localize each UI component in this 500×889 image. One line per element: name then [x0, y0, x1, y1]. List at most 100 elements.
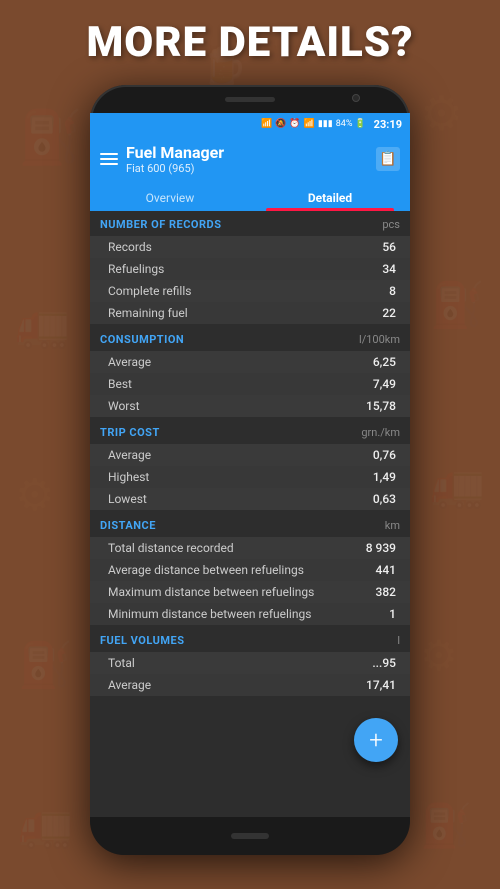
- svg-text:⛽: ⛽: [430, 280, 485, 330]
- tab-overview[interactable]: Overview: [90, 183, 250, 211]
- section-header-trip-cost: TRIP COST grn./km: [90, 419, 410, 444]
- row-label: Average: [108, 448, 151, 462]
- table-row: Average distance between refuelings 441: [90, 559, 410, 581]
- row-value: ...95: [372, 656, 396, 670]
- row-value: 56: [382, 240, 396, 254]
- table-row: Total ...95: [90, 652, 410, 674]
- section-title-fuel-volumes: FUEL VOLUMES: [100, 634, 184, 647]
- row-label: Best: [108, 377, 132, 391]
- svg-text:⛽: ⛽: [18, 107, 83, 167]
- table-row: Average 17,41: [90, 674, 410, 696]
- table-row: Maximum distance between refuelings 382: [90, 581, 410, 603]
- section-unit-distance: km: [385, 519, 400, 532]
- alarm-icon: ⏰: [289, 119, 300, 129]
- row-label: Average: [108, 355, 151, 369]
- row-label: Lowest: [108, 492, 147, 506]
- home-button[interactable]: [231, 833, 269, 839]
- section-consumption: CONSUMPTION l/100km Average 6,25 Best 7,…: [90, 326, 410, 417]
- row-label: Average: [108, 678, 151, 692]
- row-label: Refuelings: [108, 262, 164, 276]
- table-row: Worst 15,78: [90, 395, 410, 417]
- svg-text:🚛: 🚛: [430, 461, 485, 510]
- svg-text:⚙: ⚙: [420, 88, 463, 141]
- row-label: Complete refills: [108, 284, 191, 298]
- table-row: Remaining fuel 22: [90, 302, 410, 324]
- table-row: Minimum distance between refuelings 1: [90, 603, 410, 625]
- content-area[interactable]: NUMBER OF RECORDS pcs Records 56 Refueli…: [90, 211, 410, 817]
- phone-bottom: [90, 817, 410, 855]
- row-value: 6,25: [373, 355, 396, 369]
- bluetooth-icon: 📶: [261, 119, 272, 129]
- svg-text:🚛: 🚛: [18, 801, 73, 850]
- row-value: 8 939: [366, 541, 396, 555]
- section-title-records: NUMBER OF RECORDS: [100, 218, 221, 231]
- row-label: Worst: [108, 399, 140, 413]
- row-label: Total: [108, 656, 135, 670]
- section-header-fuel-volumes: FUEL VOLUMES l: [90, 627, 410, 652]
- section-header-consumption: CONSUMPTION l/100km: [90, 326, 410, 351]
- svg-text:⛽: ⛽: [420, 801, 472, 850]
- app-title: Fuel Manager: [126, 143, 224, 162]
- phone-camera: [352, 94, 360, 102]
- app-subtitle: Fiat 600 (965): [126, 162, 224, 175]
- section-title-trip-cost: TRIP COST: [100, 426, 160, 439]
- status-bar: 📶 🔕 ⏰ 📶 ▮▮▮ 84% 🔋 23:19: [90, 113, 410, 135]
- phone-frame: 📶 🔕 ⏰ 📶 ▮▮▮ 84% 🔋 23:19: [90, 85, 410, 855]
- row-value: 1,49: [373, 470, 396, 484]
- row-value: 15,78: [366, 399, 396, 413]
- phone-top: [90, 85, 410, 113]
- section-fuel-volumes: FUEL VOLUMES l Total ...95 Average 17,41: [90, 627, 410, 696]
- tab-detailed[interactable]: Detailed: [250, 183, 410, 211]
- section-unit-records: pcs: [382, 218, 400, 231]
- section-title-consumption: CONSUMPTION: [100, 333, 184, 346]
- table-row: Highest 1,49: [90, 466, 410, 488]
- phone-speaker: [225, 97, 275, 102]
- app-bar-left: Fuel Manager Fiat 600 (965): [100, 143, 224, 175]
- row-value: 7,49: [373, 377, 396, 391]
- row-label: Average distance between refuelings: [108, 563, 304, 577]
- row-label: Maximum distance between refuelings: [108, 585, 314, 599]
- row-value: 441: [376, 563, 396, 577]
- row-value: 0,76: [373, 448, 396, 462]
- section-header-records: NUMBER OF RECORDS pcs: [90, 211, 410, 236]
- svg-text:⚙: ⚙: [420, 632, 458, 679]
- table-row: Average 6,25: [90, 351, 410, 373]
- section-trip-cost: TRIP COST grn./km Average 0,76 Highest 1…: [90, 419, 410, 510]
- hamburger-icon[interactable]: [100, 153, 118, 165]
- row-value: 1: [389, 607, 396, 621]
- section-records: NUMBER OF RECORDS pcs Records 56 Refueli…: [90, 211, 410, 324]
- section-distance: DISTANCE km Total distance recorded 8 93…: [90, 512, 410, 625]
- row-label: Total distance recorded: [108, 541, 234, 555]
- table-row: Records 56: [90, 236, 410, 258]
- svg-text:🚛: 🚛: [15, 301, 70, 350]
- row-label: Records: [108, 240, 152, 254]
- row-value: 17,41: [366, 678, 396, 692]
- section-title-distance: DISTANCE: [100, 519, 156, 532]
- table-row: Average 0,76: [90, 444, 410, 466]
- row-value: 0,63: [373, 492, 396, 506]
- row-label: Minimum distance between refuelings: [108, 607, 311, 621]
- mute-icon: 🔕: [275, 119, 286, 129]
- wifi-icon: 📶: [304, 119, 315, 129]
- section-header-distance: DISTANCE km: [90, 512, 410, 537]
- app-bar-title-block: Fuel Manager Fiat 600 (965): [126, 143, 224, 175]
- row-value: 34: [382, 262, 396, 276]
- row-label: Remaining fuel: [108, 306, 188, 320]
- table-row: Refuelings 34: [90, 258, 410, 280]
- svg-text:⚙: ⚙: [15, 471, 54, 520]
- row-value: 382: [376, 585, 396, 599]
- section-unit-consumption: l/100km: [359, 333, 400, 346]
- tab-bar: Overview Detailed: [90, 183, 410, 211]
- page-title: MORE DETAILS?: [0, 18, 500, 67]
- svg-text:⛽: ⛽: [18, 640, 73, 690]
- app-bar: Fuel Manager Fiat 600 (965) 📋: [90, 135, 410, 183]
- status-icons: 📶 🔕 ⏰ 📶 ▮▮▮ 84% 🔋: [261, 119, 366, 129]
- status-time: 23:19: [374, 118, 402, 131]
- signal-icon: ▮▮▮: [318, 119, 333, 129]
- row-value: 8: [389, 284, 396, 298]
- note-icon[interactable]: 📋: [376, 147, 400, 171]
- battery-icon: 84% 🔋: [336, 119, 366, 129]
- fab-add-button[interactable]: +: [354, 718, 398, 762]
- table-row: Total distance recorded 8 939: [90, 537, 410, 559]
- section-unit-trip-cost: grn./km: [361, 426, 400, 439]
